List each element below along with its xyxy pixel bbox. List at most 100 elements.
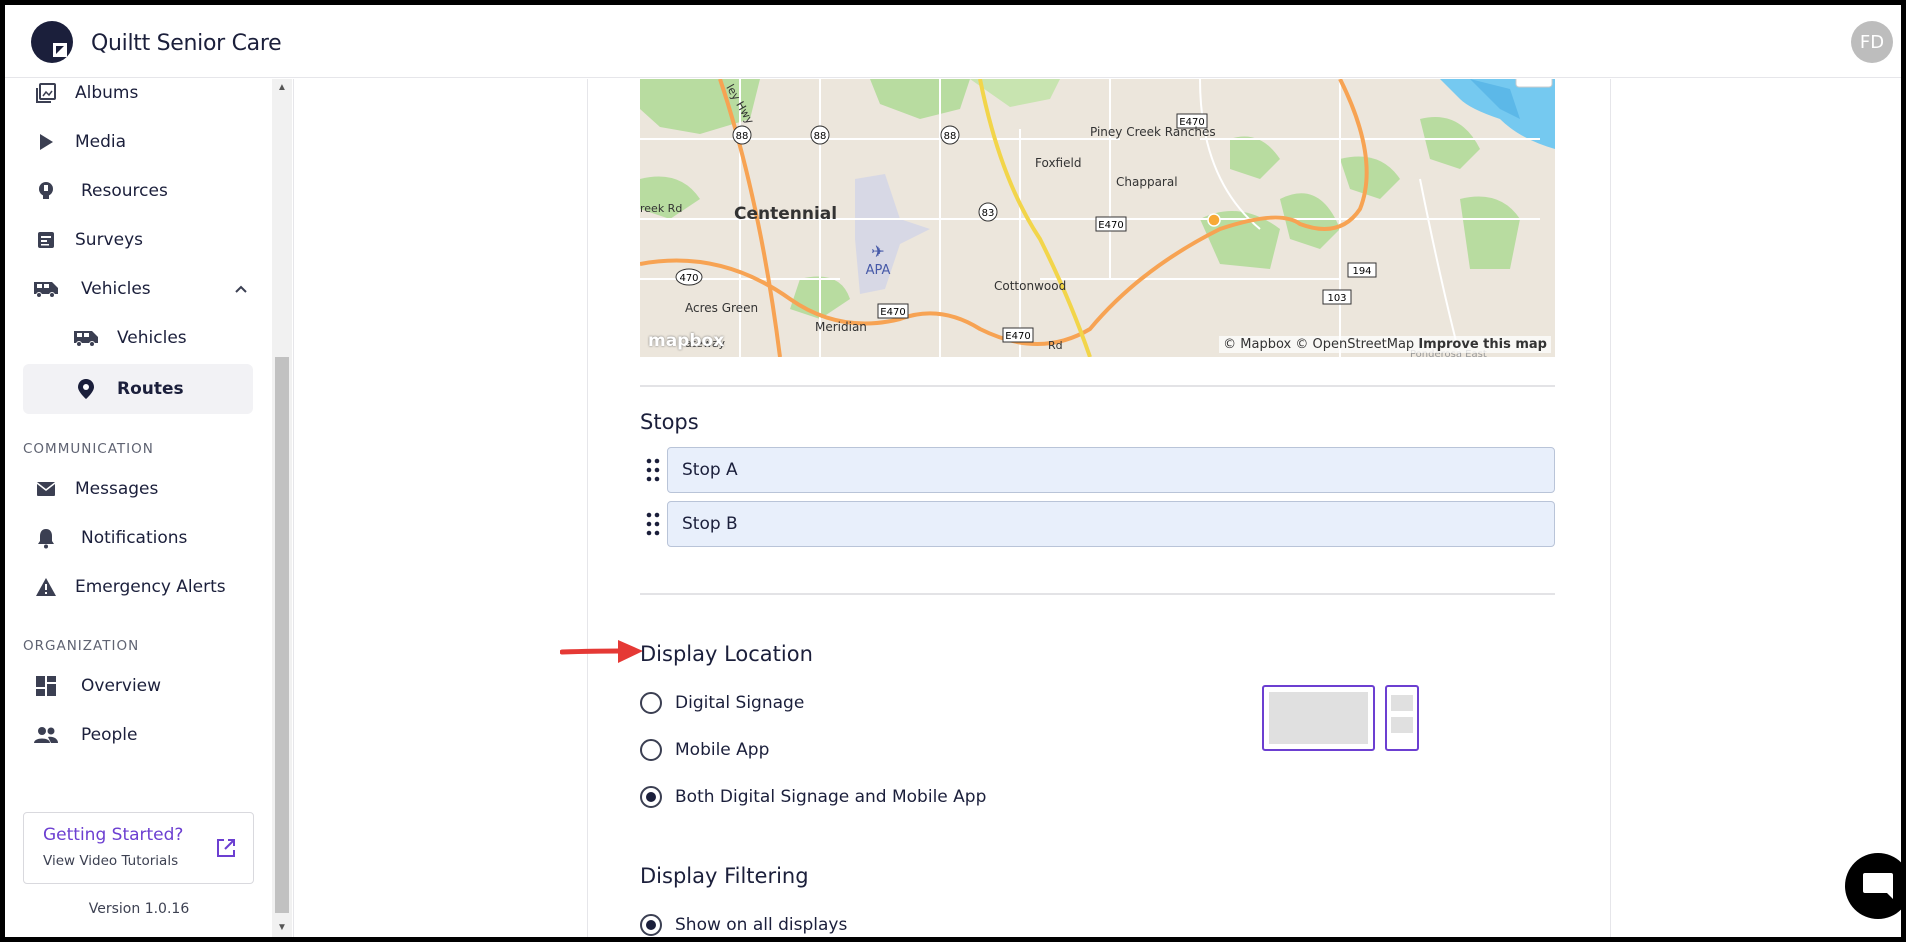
sidebar-item-label: Routes <box>117 379 184 399</box>
album-icon <box>33 80 59 106</box>
improve-map-link[interactable]: Improve this map <box>1418 337 1547 352</box>
sidebar-item-label: Vehicles <box>117 328 187 348</box>
drag-handle-icon[interactable] <box>646 458 660 482</box>
map-shield: 88 <box>814 131 827 142</box>
section-divider <box>640 385 1555 387</box>
radio-label: Show on all displays <box>675 915 848 935</box>
map-label-rd: Rd <box>1048 339 1063 352</box>
map-label-creek-rd: reek Rd <box>640 202 682 215</box>
sidebar-item-notifications[interactable]: Notifications <box>23 514 253 562</box>
map-label-centennial: Centennial <box>734 204 837 224</box>
map-label-piney: Piney Creek Ranches <box>1090 125 1216 139</box>
sidebar-item-vehicles-group[interactable]: Vehicles <box>23 265 253 313</box>
sidebar: Albums Media Resources Surveys Vehicles <box>5 79 294 937</box>
map-shield: 88 <box>736 131 749 142</box>
top-bar: Quiltt Senior Care FD <box>5 5 1901 78</box>
map-label-meridian: Meridian <box>815 320 867 334</box>
display-location-title: Display Location <box>640 642 813 666</box>
radio-button-selected[interactable] <box>640 786 662 808</box>
map-shield: 470 <box>679 273 698 284</box>
map-shield: E470 <box>1098 220 1123 231</box>
bus-icon <box>33 276 59 302</box>
map-label-chapparal: Chapparal <box>1116 175 1178 189</box>
map-shield: 88 <box>944 131 957 142</box>
digital-signage-preview <box>1262 685 1375 751</box>
stops-title: Stops <box>640 410 699 434</box>
map-shield: E470 <box>1005 331 1030 342</box>
radio-label: Both Digital Signage and Mobile App <box>675 787 987 807</box>
radio-both[interactable]: Both Digital Signage and Mobile App <box>640 782 986 812</box>
dashboard-icon <box>33 673 59 699</box>
sidebar-item-media[interactable]: Media <box>23 118 253 166</box>
external-link-icon <box>217 839 235 857</box>
route-map[interactable]: 88 88 88 83 470 E470 E470 E470 194 103 E… <box>640 79 1555 357</box>
display-filtering-title: Display Filtering <box>640 864 809 888</box>
sidebar-item-messages[interactable]: Messages <box>23 465 253 513</box>
sidebar-item-label: Resources <box>81 181 168 201</box>
sidebar-item-label: Vehicles <box>81 279 151 299</box>
map-label-apa: APA <box>866 263 891 278</box>
radio-button-selected[interactable] <box>640 914 662 936</box>
map-shield: 83 <box>982 208 995 219</box>
scrollbar-thumb[interactable] <box>275 357 289 913</box>
sidebar-scrollbar[interactable]: ▲ ▼ <box>272 79 292 937</box>
warning-icon <box>33 574 59 600</box>
radio-button[interactable] <box>640 739 662 761</box>
sidebar-item-label: Notifications <box>81 528 188 548</box>
sidebar-item-emergency-alerts[interactable]: Emergency Alerts <box>23 563 253 611</box>
scroll-up-arrow-icon[interactable]: ▲ <box>276 82 288 94</box>
mobile-app-preview <box>1385 685 1419 751</box>
version-text: Version 1.0.16 <box>88 901 190 917</box>
sidebar-item-label: People <box>81 725 138 745</box>
sidebar-item-surveys[interactable]: Surveys <box>23 216 253 264</box>
map-label-cottonwood: Cottonwood <box>994 279 1066 293</box>
sidebar-item-label: Emergency Alerts <box>75 577 226 597</box>
app-window: Quiltt Senior Care FD Albums Media Resou… <box>5 5 1901 937</box>
sidebar-item-label: Overview <box>81 676 162 696</box>
bell-icon <box>33 525 59 551</box>
mail-icon <box>33 476 59 502</box>
chevron-up-icon[interactable] <box>233 281 249 297</box>
attribution-mapbox-link[interactable]: © Mapbox <box>1223 337 1291 352</box>
map-attribution: © Mapbox © OpenStreetMap Improve this ma… <box>1219 336 1551 353</box>
user-avatar[interactable]: FD <box>1851 21 1893 63</box>
attribution-osm-link[interactable]: © OpenStreetMap <box>1295 337 1414 352</box>
location-pin-icon <box>73 376 99 402</box>
stop-field[interactable]: Stop A <box>667 447 1555 493</box>
route-marker-icon[interactable] <box>1207 213 1221 227</box>
sidebar-item-people[interactable]: People <box>23 711 253 759</box>
radio-label: Mobile App <box>675 740 770 760</box>
sidebar-item-albums[interactable]: Albums <box>23 69 253 117</box>
airport-icon: ✈ <box>871 242 884 261</box>
section-heading-organization: ORGANIZATION <box>23 638 140 654</box>
bus-icon <box>73 325 99 351</box>
sidebar-item-vehicles[interactable]: Vehicles <box>23 314 253 362</box>
stop-field[interactable]: Stop B <box>667 501 1555 547</box>
radio-button[interactable] <box>640 692 662 714</box>
app-title: Quiltt Senior Care <box>91 31 282 56</box>
drag-handle-icon[interactable] <box>646 512 660 536</box>
sidebar-item-overview[interactable]: Overview <box>23 662 253 710</box>
survey-icon <box>33 227 59 253</box>
chat-bubble-icon <box>1863 873 1893 899</box>
quiltt-logo-icon <box>31 21 73 63</box>
lightbulb-icon <box>33 178 59 204</box>
sidebar-item-label: Surveys <box>75 230 143 250</box>
scroll-down-arrow-icon[interactable]: ▼ <box>276 922 288 934</box>
radio-show-all-displays[interactable]: Show on all displays <box>640 910 847 937</box>
sidebar-item-label: Messages <box>75 479 159 499</box>
sidebar-item-routes[interactable]: Routes <box>23 364 253 414</box>
sidebar-item-resources[interactable]: Resources <box>23 167 253 215</box>
radio-digital-signage[interactable]: Digital Signage <box>640 688 804 718</box>
play-icon <box>33 129 59 155</box>
radio-mobile-app[interactable]: Mobile App <box>640 735 769 765</box>
annotation-arrow-icon <box>560 640 643 663</box>
stop-row: Stop A <box>640 447 1555 493</box>
map-shield: 194 <box>1352 266 1371 277</box>
getting-started-title: Getting Started? <box>43 825 184 845</box>
map-shield: E470 <box>880 307 905 318</box>
map-control-button[interactable] <box>1515 79 1553 88</box>
map-shield: 103 <box>1327 293 1346 304</box>
getting-started-card[interactable]: Getting Started? View Video Tutorials <box>23 812 254 884</box>
radio-label: Digital Signage <box>675 693 805 713</box>
